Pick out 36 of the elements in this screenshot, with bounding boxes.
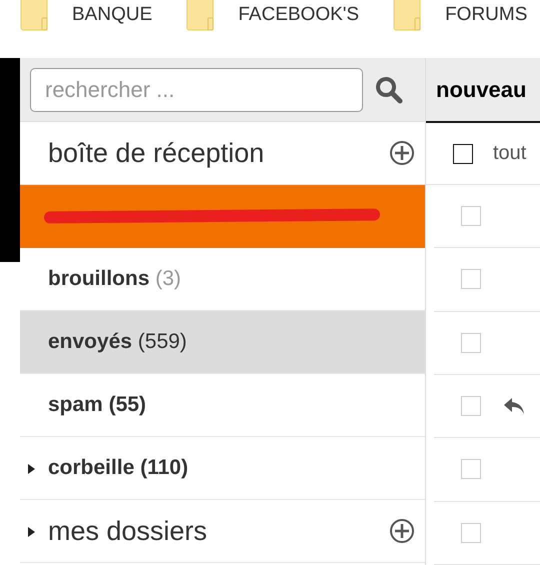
folder-icon <box>20 0 48 32</box>
folder-item[interactable]: spam (55) <box>20 374 425 437</box>
folder-label: envoyés <box>48 330 132 353</box>
row-checkbox[interactable] <box>461 396 481 416</box>
row-checkbox[interactable] <box>461 269 481 290</box>
row-checkbox[interactable] <box>461 332 481 353</box>
folder-label: spam <box>48 393 103 416</box>
folder-count: (3) <box>155 267 182 290</box>
bookmark-label[interactable]: FACEBOOK'S <box>238 4 360 26</box>
add-icon[interactable] <box>389 518 415 544</box>
search-icon[interactable] <box>375 76 403 104</box>
folder-count: (559) <box>138 330 187 353</box>
select-all-label: tout <box>493 142 526 166</box>
folder-item[interactable] <box>20 185 425 248</box>
select-all-checkbox[interactable] <box>453 144 473 164</box>
folder-item[interactable]: corbeille (110) <box>20 437 425 500</box>
bookmark-label[interactable]: BANQUE <box>72 4 152 26</box>
folder-count: (110) <box>140 456 188 479</box>
folder-label: corbeille <box>48 456 134 479</box>
caret-right-icon[interactable] <box>26 463 36 475</box>
folder-label: brouillons <box>48 267 150 290</box>
column-header[interactable]: nouveau <box>426 58 540 124</box>
row-checkbox[interactable] <box>461 459 481 480</box>
row-checkbox[interactable] <box>461 522 481 543</box>
folder-icon <box>186 0 214 32</box>
caret-right-icon[interactable] <box>26 526 36 538</box>
bookmark-label[interactable]: FORUMS <box>445 4 528 26</box>
section-title: mes dossiers <box>48 516 208 546</box>
add-icon[interactable] <box>389 140 415 166</box>
folder-icon <box>393 0 422 32</box>
row-checkbox[interactable] <box>461 206 481 226</box>
section-title: boîte de réception <box>48 138 266 168</box>
search-field[interactable]: rechercher ... <box>30 68 363 112</box>
folder-count: (55) <box>108 393 146 416</box>
folder-item[interactable]: envoyés (559) <box>20 311 425 374</box>
folder-section[interactable]: mes dossiers <box>20 500 425 563</box>
